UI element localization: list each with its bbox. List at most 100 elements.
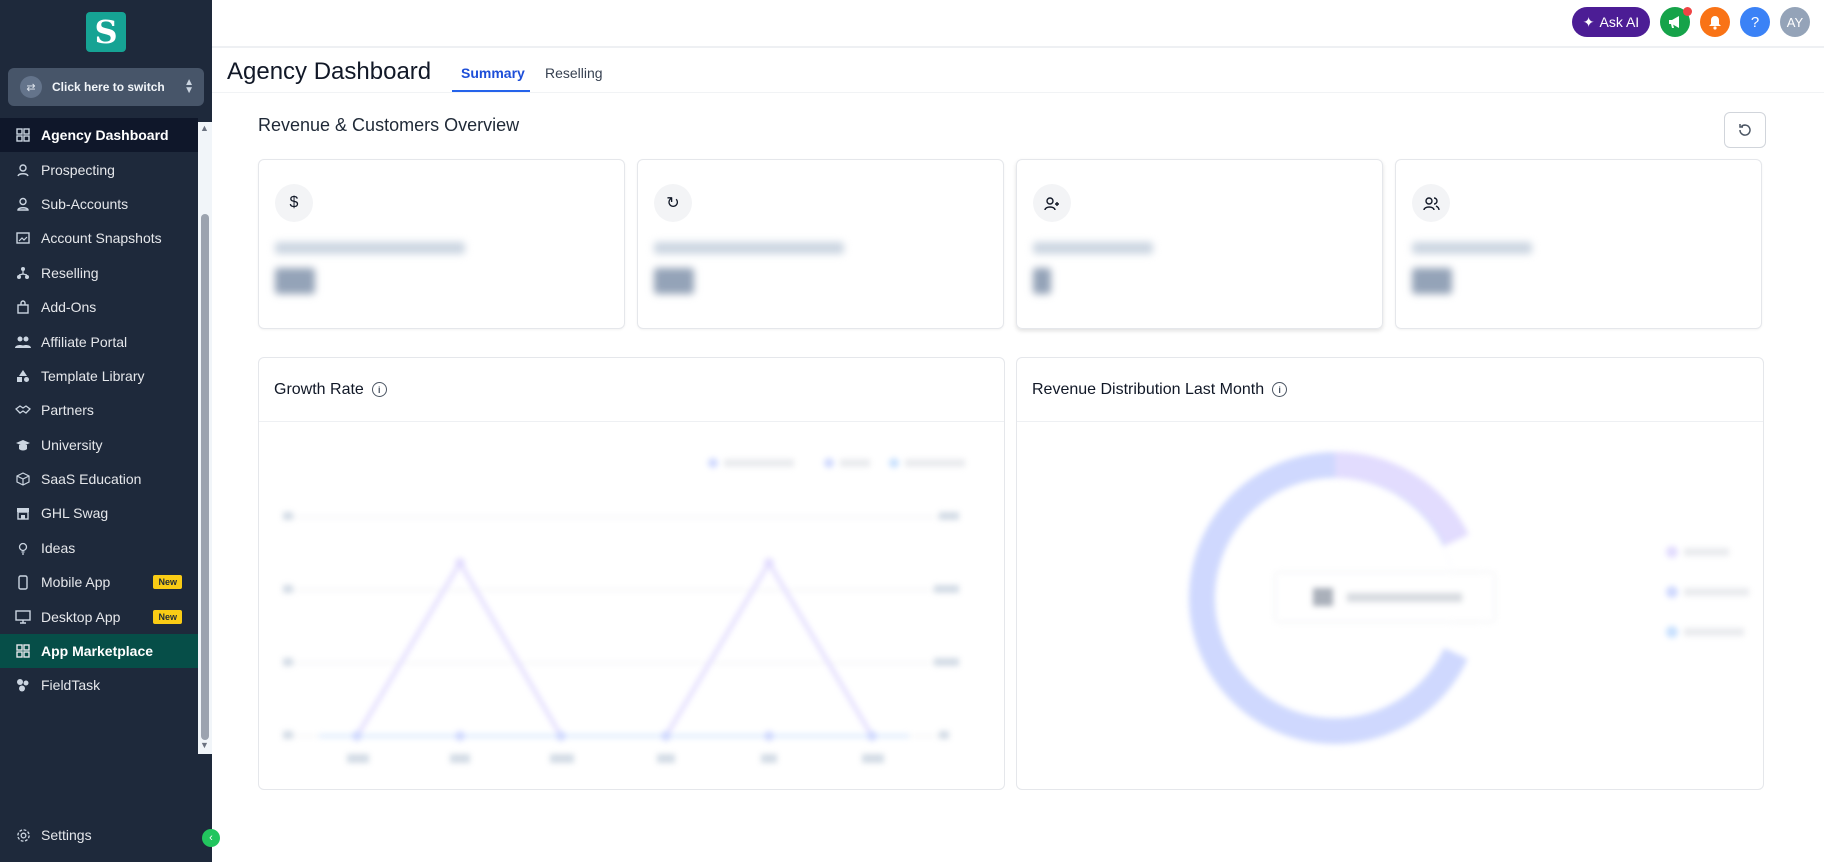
switch-account-icon: ⇄ xyxy=(20,76,42,98)
app-logo[interactable]: S xyxy=(86,12,126,52)
section-title: Revenue & Customers Overview xyxy=(258,115,520,135)
user-icon xyxy=(15,196,31,212)
help-icon: ? xyxy=(1750,13,1760,31)
sidebar-item-label: Template Library xyxy=(41,367,145,384)
sidebar-item-label: Account Snapshots xyxy=(41,230,162,247)
sidebar-item-label: SaaS Education xyxy=(41,471,142,488)
fieldtask-icon xyxy=(15,677,31,693)
account-switcher[interactable]: ⇄ Click here to switch ▲ ▼ xyxy=(8,68,204,106)
sidebar-item-affiliate-portal[interactable]: Affiliate Portal xyxy=(0,324,198,358)
sidebar-item-label: Affiliate Portal xyxy=(41,333,128,350)
sidebar-item-fieldtask[interactable]: FieldTask xyxy=(0,668,198,702)
stat-card: $ xyxy=(258,159,625,329)
reselling-icon xyxy=(15,265,31,281)
sidebar-item-label: Desktop App xyxy=(41,608,121,625)
sidebar-item-desktop-app[interactable]: Desktop App New xyxy=(0,599,198,633)
blurred-stat xyxy=(1033,242,1153,294)
prospecting-icon xyxy=(15,162,31,178)
notifications-button[interactable] xyxy=(1700,7,1730,37)
dashboard-icon xyxy=(15,127,31,143)
sidebar-item-label: Reselling xyxy=(41,264,99,281)
sidebar-item-label: GHL Swag xyxy=(41,505,109,522)
revenue-distribution-chart xyxy=(1189,451,1749,744)
help-button[interactable]: ? xyxy=(1740,7,1770,37)
sidebar-item-label: Add-Ons xyxy=(41,299,97,316)
info-icon[interactable]: i xyxy=(1272,382,1288,397)
sidebar-item-label: Prospecting xyxy=(41,161,115,178)
refresh-icon xyxy=(1739,124,1751,136)
chart-title: Growth Rate xyxy=(274,380,364,398)
lightbulb-icon xyxy=(15,540,31,556)
growth-rate-card: Growth Rate i xyxy=(258,357,1005,790)
handshake-icon xyxy=(15,402,31,418)
snapshot-icon xyxy=(15,230,31,246)
sidebar-item-label: Sub-Accounts xyxy=(41,195,129,212)
sidebar-item-mobile-app[interactable]: Mobile App New xyxy=(0,565,198,599)
sidebar-item-add-ons[interactable]: Add-Ons xyxy=(0,290,198,324)
data-points xyxy=(352,558,877,741)
x-axis-ticks xyxy=(347,754,884,763)
chevron-left-icon: ‹ xyxy=(209,832,213,844)
sidebar-item-ideas[interactable]: Ideas xyxy=(0,531,198,565)
y-axis-ticks xyxy=(283,512,959,739)
megaphone-icon xyxy=(1669,16,1679,28)
blurred-stat xyxy=(1412,242,1532,294)
tab-summary[interactable]: Summary xyxy=(461,65,525,81)
recurring-icon: ↻ xyxy=(654,184,692,222)
blurred-stat xyxy=(654,242,844,294)
new-badge: New xyxy=(153,575,182,590)
chart-gridlines xyxy=(289,516,949,737)
sidebar-item-account-snapshots[interactable]: Account Snapshots xyxy=(0,221,198,255)
switcher-label: Click here to switch xyxy=(52,80,165,94)
bell-icon xyxy=(1709,15,1721,30)
tab-reselling[interactable]: Reselling xyxy=(545,65,603,81)
info-icon[interactable]: i xyxy=(371,382,387,397)
shapes-icon xyxy=(15,368,31,384)
notification-dot xyxy=(1683,7,1692,16)
sidebar-item-ghl-swag[interactable]: GHL Swag xyxy=(0,496,198,530)
sidebar-item-agency-dashboard[interactable]: Agency Dashboard xyxy=(0,118,198,153)
ask-ai-button[interactable]: ✦ Ask AI xyxy=(1572,7,1650,37)
grid-icon xyxy=(15,643,31,659)
sidebar-item-template-library[interactable]: Template Library xyxy=(0,359,198,393)
sidebar-item-reselling[interactable]: Reselling xyxy=(0,256,198,290)
users-icon xyxy=(1412,184,1450,222)
user-plus-icon xyxy=(1033,184,1071,222)
sidebar-item-label: University xyxy=(41,436,103,453)
sidebar-item-label: Agency Dashboard xyxy=(41,127,169,144)
sidebar-item-partners[interactable]: Partners xyxy=(0,393,198,427)
series-line xyxy=(355,559,874,738)
donut-legend xyxy=(1666,546,1749,638)
dollar-icon: $ xyxy=(275,184,313,222)
bag-icon xyxy=(15,299,31,315)
sidebar-nav: Agency Dashboard Prospecting Sub-Account… xyxy=(0,118,198,703)
sidebar-item-label: FieldTask xyxy=(41,677,101,694)
sidebar-item-settings[interactable]: Settings xyxy=(0,818,200,852)
user-avatar[interactable]: AY xyxy=(1780,7,1810,37)
users-icon xyxy=(15,334,31,350)
box-icon xyxy=(15,471,31,487)
scroll-up-arrow-icon[interactable]: ▲ xyxy=(200,123,209,133)
sidebar-item-app-marketplace[interactable]: App Marketplace xyxy=(0,633,198,669)
sidebar-item-prospecting[interactable]: Prospecting xyxy=(0,152,198,186)
sidebar-item-saas-education[interactable]: SaaS Education xyxy=(0,462,198,496)
phone-icon xyxy=(15,574,31,590)
sidebar-item-label: Partners xyxy=(41,402,94,419)
chart-title: Revenue Distribution Last Month xyxy=(1032,380,1265,398)
sidebar-item-university[interactable]: University xyxy=(0,428,198,462)
sparkle-icon: ✦ xyxy=(1582,13,1595,30)
stat-card xyxy=(1395,159,1762,329)
scroll-down-arrow-icon[interactable]: ▼ xyxy=(200,740,209,750)
sidebar-scrollbar-thumb[interactable] xyxy=(201,214,209,740)
sidebar-item-label: Mobile App xyxy=(41,574,111,591)
refresh-button[interactable] xyxy=(1724,112,1766,148)
sidebar-item-label: Ideas xyxy=(41,539,76,556)
collapse-sidebar-button[interactable]: ‹ xyxy=(202,829,220,847)
divider xyxy=(212,92,1824,93)
blurred-stat xyxy=(275,242,465,294)
gear-icon xyxy=(15,827,31,843)
page-title: Agency Dashboard xyxy=(227,58,432,85)
sidebar-item-sub-accounts[interactable]: Sub-Accounts xyxy=(0,187,198,221)
stat-card: ↻ xyxy=(637,159,1004,329)
chevron-updown-icon: ▲ ▼ xyxy=(184,77,194,96)
